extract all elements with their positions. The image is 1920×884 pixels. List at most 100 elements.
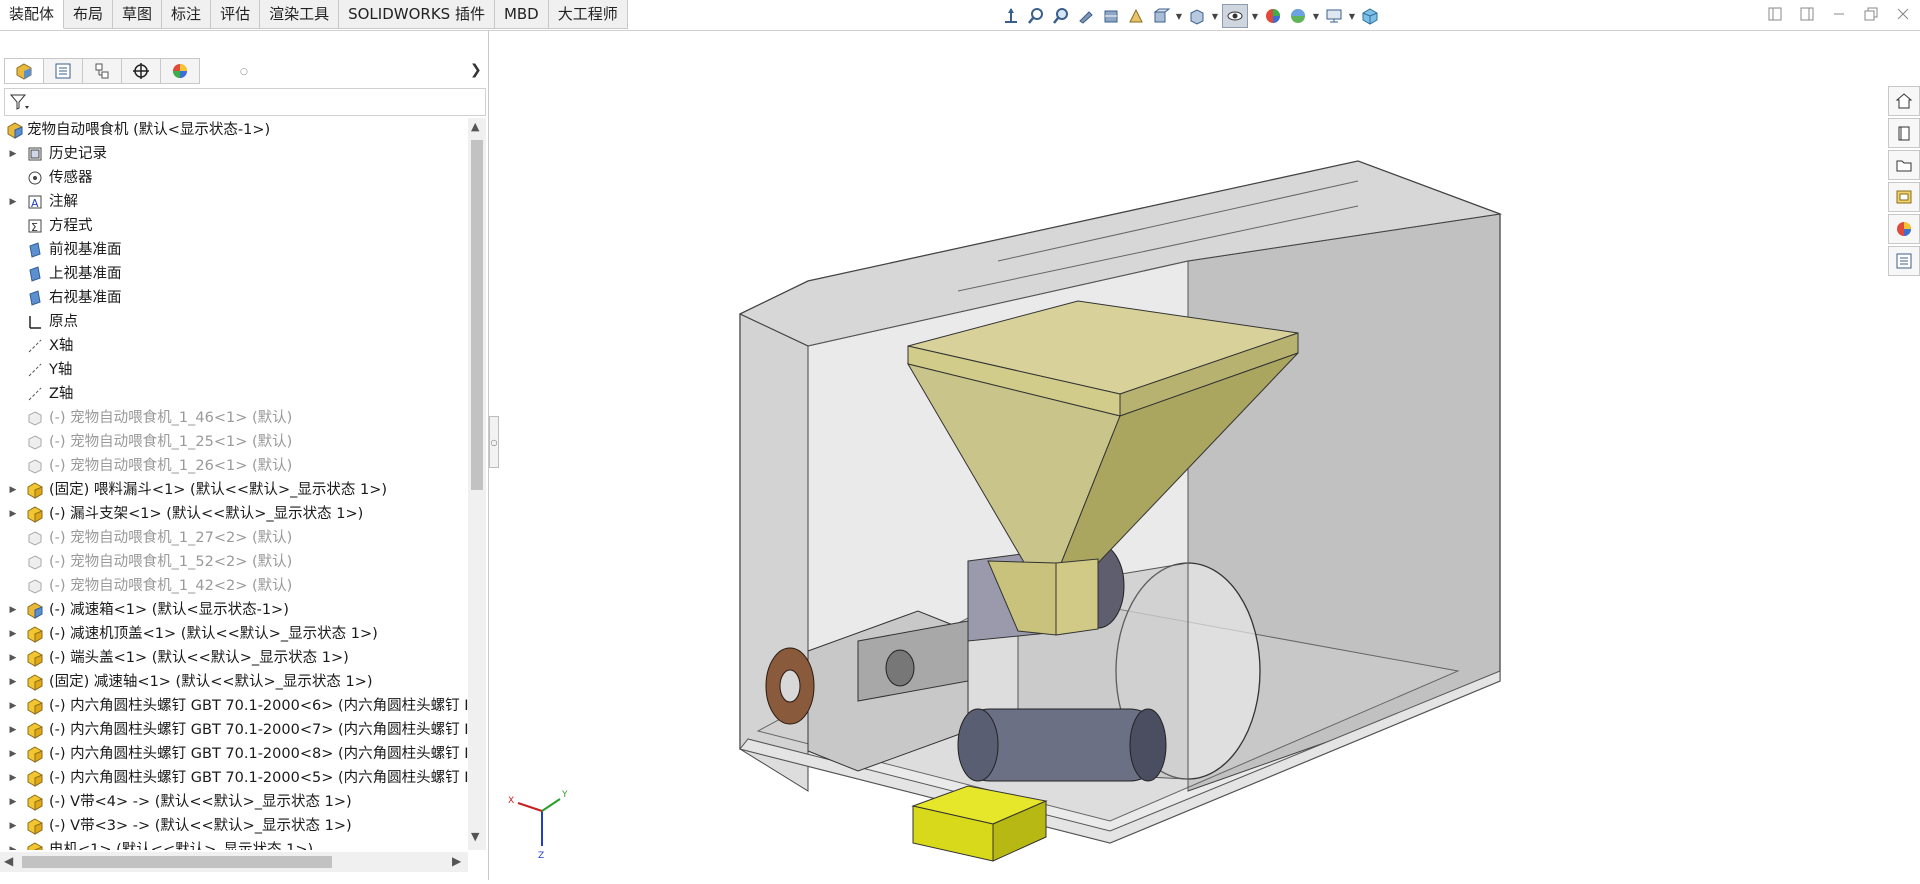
tree-item[interactable]: (-) 宠物自动喂食机_1_52<2> (默认): [0, 550, 468, 574]
dynamic-annotation-icon[interactable]: [1125, 5, 1147, 27]
edit-appearance-icon[interactable]: [1262, 5, 1284, 27]
tree-root-assembly[interactable]: 宠物自动喂食机 (默认<显示状态-1>): [0, 118, 468, 142]
ribbon-tab[interactable]: 大工程师: [548, 0, 628, 29]
tree-item[interactable]: ▶ (-) 端头盖<1> (默认<<默认>_显示状态 1>): [0, 646, 468, 670]
tree-item[interactable]: ▶ (-) V带<4> -> (默认<<默认>_显示状态 1>): [0, 790, 468, 814]
ribbon-tab[interactable]: MBD: [494, 0, 549, 29]
tree-item[interactable]: Σ 方程式: [0, 214, 468, 238]
tree-item[interactable]: ▶ (-) 内六角圆柱头螺钉 GBT 70.1-2000<5> (内六角圆柱头螺钉…: [0, 766, 468, 790]
scroll-right-icon[interactable]: ▶: [452, 854, 461, 868]
tree-item[interactable]: ▶ (-) 内六角圆柱头螺钉 GBT 70.1-2000<7> (内六角圆柱头螺钉…: [0, 718, 468, 742]
assembly-model-render[interactable]: X Y Z: [498, 31, 1886, 880]
view-settings-icon[interactable]: [1323, 5, 1345, 27]
tree-item[interactable]: ▶ 历史记录: [0, 142, 468, 166]
property-manager-tab[interactable]: [44, 58, 83, 84]
tree-vertical-scrollbar[interactable]: ▲ ▼: [468, 118, 486, 850]
solidworks-resources-icon[interactable]: [1888, 86, 1920, 116]
tree-item[interactable]: (-) 宠物自动喂食机_1_25<1> (默认): [0, 430, 468, 454]
ribbon-tab[interactable]: 标注: [162, 0, 212, 29]
ribbon-tab[interactable]: 评估: [211, 0, 261, 29]
section-view-icon[interactable]: [1100, 5, 1122, 27]
tree-item[interactable]: (-) 宠物自动喂食机_1_27<2> (默认): [0, 526, 468, 550]
ribbon-tab[interactable]: 装配体: [0, 0, 65, 29]
hide-show-dropdown-icon[interactable]: ▼: [1251, 5, 1259, 27]
expand-chevron-icon[interactable]: ▶: [8, 190, 18, 214]
expand-chevron-icon[interactable]: ▶: [8, 598, 18, 622]
ribbon-tab[interactable]: 草图: [113, 0, 163, 29]
view-palette-icon[interactable]: [1888, 182, 1920, 212]
horizontal-scroll-thumb[interactable]: [22, 856, 332, 868]
previous-view-icon[interactable]: [1075, 5, 1097, 27]
design-library-icon[interactable]: [1888, 118, 1920, 148]
display-style-dropdown-icon[interactable]: ▼: [1211, 5, 1219, 27]
view-settings-dropdown-icon[interactable]: ▼: [1348, 5, 1356, 27]
tree-item[interactable]: ▶ (-) 减速机顶盖<1> (默认<<默认>_显示状态 1>): [0, 622, 468, 646]
appearances-scenes-icon[interactable]: [1888, 214, 1920, 244]
tree-item[interactable]: X轴: [0, 334, 468, 358]
restore-icon[interactable]: [1862, 5, 1880, 23]
expand-chevron-icon[interactable]: ▶: [8, 718, 18, 742]
view-orientation-dropdown-icon[interactable]: ▼: [1175, 5, 1183, 27]
scroll-left-icon[interactable]: ◀: [4, 854, 13, 868]
tree-item[interactable]: (-) 宠物自动喂食机_1_26<1> (默认): [0, 454, 468, 478]
ribbon-tab[interactable]: 布局: [64, 0, 114, 29]
tree-item[interactable]: ▶ (-) 漏斗支架<1> (默认<<默认>_显示状态 1>): [0, 502, 468, 526]
tree-item[interactable]: 右视基准面: [0, 286, 468, 310]
tree-item[interactable]: Z轴: [0, 382, 468, 406]
display-manager-tab[interactable]: [161, 58, 200, 84]
expand-chevron-icon[interactable]: ▶: [8, 838, 18, 850]
expand-chevron-icon[interactable]: ▶: [8, 142, 18, 166]
expand-chevron-icon[interactable]: ▶: [8, 622, 18, 646]
tree-item[interactable]: ▶ (-) 内六角圆柱头螺钉 GBT 70.1-2000<8> (内六角圆柱头螺钉…: [0, 742, 468, 766]
zoom-to-area-icon[interactable]: [1050, 5, 1072, 27]
tree-item[interactable]: 上视基准面: [0, 262, 468, 286]
panel-collapse-handle-icon[interactable]: ○: [240, 67, 248, 77]
zoom-to-fit-icon[interactable]: [1025, 5, 1047, 27]
tree-item[interactable]: (-) 宠物自动喂食机_1_46<1> (默认): [0, 406, 468, 430]
tree-item[interactable]: 原点: [0, 310, 468, 334]
scroll-up-icon[interactable]: ▲: [471, 120, 479, 133]
dock-right-icon[interactable]: [1798, 5, 1816, 23]
expand-chevron-icon[interactable]: ▶: [8, 766, 18, 790]
display-style-icon[interactable]: [1186, 5, 1208, 27]
tree-horizontal-scrollbar[interactable]: ◀ ▶: [0, 852, 468, 872]
tree-filter-bar[interactable]: [4, 88, 486, 116]
tree-item[interactable]: ▶ (-) 内六角圆柱头螺钉 GBT 70.1-2000<6> (内六角圆柱头螺钉…: [0, 694, 468, 718]
tree-item[interactable]: ▶ (固定) 减速轴<1> (默认<<默认>_显示状态 1>): [0, 670, 468, 694]
tree-item[interactable]: 前视基准面: [0, 238, 468, 262]
reference-axis-icon[interactable]: [1000, 5, 1022, 27]
tree-item[interactable]: 传感器: [0, 166, 468, 190]
tree-item[interactable]: ▶ 电机<1> (默认<<默认>_显示状态 1>): [0, 838, 468, 850]
chevron-right-icon[interactable]: ❯: [470, 62, 482, 78]
feature-manager-tab[interactable]: [4, 58, 44, 84]
ribbon-tab[interactable]: SOLIDWORKS 插件: [339, 0, 495, 29]
apply-scene-dropdown-icon[interactable]: ▼: [1312, 5, 1320, 27]
configuration-manager-tab[interactable]: [83, 58, 122, 84]
expand-chevron-icon[interactable]: ▶: [8, 478, 18, 502]
graphics-viewport[interactable]: X Y Z: [498, 31, 1886, 880]
tree-item[interactable]: Y轴: [0, 358, 468, 382]
hide-show-items-icon[interactable]: [1222, 4, 1248, 28]
expand-chevron-icon[interactable]: ▶: [8, 790, 18, 814]
expand-chevron-icon[interactable]: ▶: [8, 814, 18, 838]
expand-chevron-icon[interactable]: ▶: [8, 502, 18, 526]
close-icon[interactable]: [1894, 5, 1912, 23]
tree-item[interactable]: (-) 宠物自动喂食机_1_42<2> (默认): [0, 574, 468, 598]
dock-left-icon[interactable]: [1766, 5, 1784, 23]
tree-item[interactable]: ▶ (-) 减速箱<1> (默认<显示状态-1>): [0, 598, 468, 622]
custom-properties-icon[interactable]: [1888, 246, 1920, 276]
tree-item[interactable]: ▶ (固定) 喂料漏斗<1> (默认<<默认>_显示状态 1>): [0, 478, 468, 502]
3d-cube-icon[interactable]: [1359, 5, 1381, 27]
expand-chevron-icon[interactable]: ▶: [8, 646, 18, 670]
vertical-scroll-thumb[interactable]: [471, 140, 483, 490]
minimize-icon[interactable]: [1830, 5, 1848, 23]
expand-chevron-icon[interactable]: ▶: [8, 670, 18, 694]
file-explorer-icon[interactable]: [1888, 150, 1920, 180]
apply-scene-icon[interactable]: [1287, 5, 1309, 27]
view-orientation-icon[interactable]: [1150, 5, 1172, 27]
ribbon-tab[interactable]: 渲染工具: [260, 0, 340, 29]
tree-item[interactable]: ▶ (-) V带<3> -> (默认<<默认>_显示状态 1>): [0, 814, 468, 838]
scroll-down-icon[interactable]: ▼: [471, 830, 479, 843]
expand-chevron-icon[interactable]: ▶: [8, 742, 18, 766]
expand-chevron-icon[interactable]: ▶: [8, 694, 18, 718]
